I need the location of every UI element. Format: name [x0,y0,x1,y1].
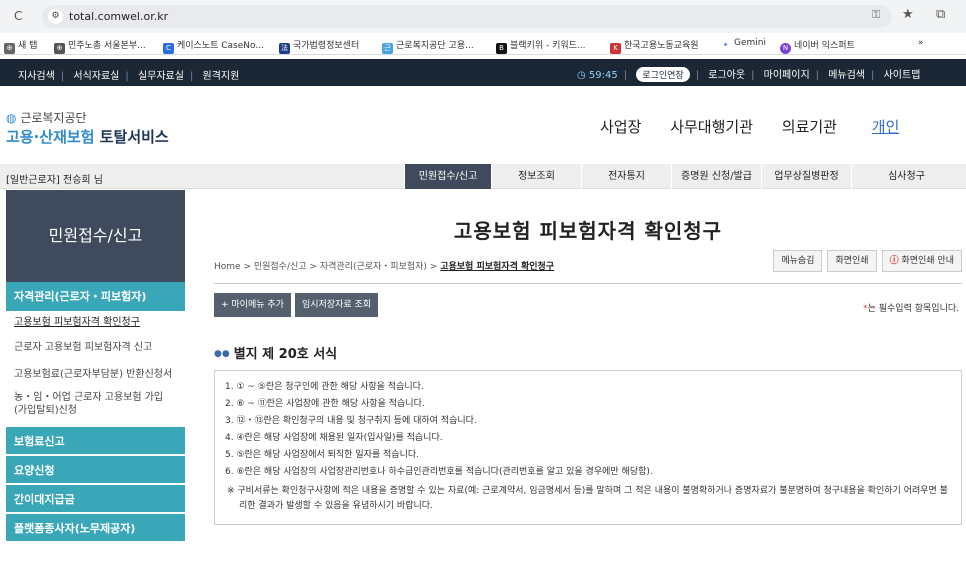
sidebar-section[interactable]: 자격관리(근로자・피보험자) [6,282,185,311]
sidebar-section[interactable]: 보험료신고 [6,425,185,454]
sidebar: 민원접수/신고 자격관리(근로자・피보험자) 고용보험 피보험자격 확인청구 근… [6,190,185,541]
print-button[interactable]: 화면인쇄 [827,250,877,272]
reload-icon[interactable]: C [14,9,22,23]
sidebar-item[interactable]: 고용보험료(근로자부담분) 반환신청서 [6,363,185,386]
action-buttons: + 마이메뉴 추가 임시저장자료 조회 [214,293,382,317]
gnb-item-personal[interactable]: 개인 [872,118,900,136]
util-link[interactable]: 실무자료실 [138,71,184,82]
browser-toolbar: C ⚙ total.comwel.or.kr ⚿ ★ ⧉ [0,0,966,33]
sidebar-section[interactable]: 요양신청 [6,454,185,483]
bookmark-item[interactable]: C 케이스노트 CaseNo... [163,38,264,54]
required-note: *는 필수입력 항목입니다. [863,304,959,314]
user-bar: [일반근로자] 전승희 님 민원접수/신고 정보조회 전자통지 증명원 신청/발… [0,164,966,189]
util-link[interactable]: 서식자료실 [73,71,119,82]
util-link[interactable]: 지사검색 [18,71,55,82]
sidebar-item[interactable]: 근로자 고용보험 피보험자격 신고 [6,334,185,363]
utility-bar: 지사검색 | 서식자료실 | 실무자료실 | 원격지원 ◷ 59:45 | 로그인연장 |… [0,59,966,86]
add-my-menu-button[interactable]: + 마이메뉴 추가 [214,293,291,317]
menu-item[interactable]: 전자통지 [581,164,671,189]
address-bar[interactable] [42,5,892,28]
extensions-icon[interactable]: ⧉ [936,7,945,22]
instruction-box: 1. ① ~ ⑤란은 청구인에 관한 해당 사항을 적습니다. 2. ⑥ ~ ⑪… [214,370,962,525]
bookmark-item[interactable]: K 한국고용노동교육원 [610,38,699,54]
bookmark-item[interactable]: 法 국가법령정보센터 [279,38,359,54]
form-title: ●● 별지 제 20호 서식 [214,347,338,362]
instruction-line: 1. ① ~ ⑤란은 청구인에 관한 해당 사항을 적습니다. [225,382,424,392]
menu-item[interactable]: 업무상질병판정 [761,164,851,189]
util-link[interactable]: 사이트맵 [884,70,921,81]
util-link[interactable]: 원격지원 [203,71,240,82]
warning-icon: ⓘ [889,256,899,266]
instruction-line: 2. ⑥ ~ ⑪란은 사업장에 관한 해당 사항을 적습니다. [225,399,425,409]
util-link[interactable]: 메뉴검색 [828,70,865,81]
bookmark-item[interactable]: ⊕ 민주노총 서울본부... [54,38,146,54]
gnb-item[interactable]: 의료기관 [782,118,837,136]
page-tools: 메뉴숨김 화면인쇄 ⓘ 화면인쇄 안내 [768,250,962,272]
bookmark-item[interactable]: B 블랙키위 - 키워드... [496,38,586,54]
bookmark-item[interactable]: N 네이버 익스퍼트 [780,38,855,54]
bookmark-item[interactable]: ⊕ 새 탭 [4,38,37,54]
global-nav: 사업장 사무대행기관 의료기관 개인 [600,116,923,137]
page: C ⚙ total.comwel.or.kr ⚿ ★ ⧉ ⊕ 새 탭 ⊕ 민주노총 … [0,0,966,564]
breadcrumb: Home > 민원접수/신고 > 자격관리(근로자・피보험자) > 고용보험 피… [214,262,555,272]
sidebar-item[interactable]: 농・임・어업 근로자 고용보험 가입 (가입탈퇴)신청 [6,386,185,425]
site-info-icon[interactable]: ⚙ [48,9,63,24]
divider [214,283,962,284]
bookmark-star-icon[interactable]: ★ [902,7,914,22]
site-header: ◍ 근로복지공단 고용·산재보험 토탈서비스 사업장 사무대행기관 의료기관 개… [0,86,966,164]
print-guide-button[interactable]: ⓘ 화면인쇄 안내 [881,250,962,272]
hide-menu-button[interactable]: 메뉴숨김 [773,250,823,272]
gnb-item[interactable]: 사업장 [600,118,641,136]
password-key-icon[interactable]: ⚿ [872,8,880,22]
crumb-link[interactable]: 자격관리(근로자・피보험자) [320,262,427,272]
instruction-line: 3. ⑫・⑬란은 확인청구의 내용 및 청구취지 등에 대하여 적습니다. [225,416,477,426]
url-text[interactable]: total.comwel.or.kr [69,10,168,23]
sidebar-title: 민원접수/신고 [6,190,185,282]
bookmark-item[interactable]: ✦ Gemini [720,38,766,51]
extend-login-button[interactable]: 로그인연장 [636,67,690,82]
util-link[interactable]: 마이페이지 [764,70,810,81]
gnb-item[interactable]: 사무대행기관 [670,118,753,136]
bookmarks-bar: ⊕ 새 탭 ⊕ 민주노총 서울본부... C 케이스노트 CaseNo... 法 국가법… [0,33,966,55]
crumb-link[interactable]: 민원접수/신고 [254,262,307,272]
bookmark-item[interactable]: 근 근로복지공단 고용... [382,38,474,54]
instruction-line: 4. ④란은 해당 사업장에 채용된 일자(입사일)를 적습니다. [225,433,443,443]
user-info: [일반근로자] 전승희 님 [6,175,103,186]
menu-item[interactable]: 민원접수/신고 [404,164,491,189]
sidebar-section[interactable]: 간이대지급금 [6,483,185,512]
more-bookmarks-icon[interactable]: » [918,38,924,48]
sidebar-item[interactable]: 고용보험 피보험자격 확인청구 [6,311,185,334]
session-timer: ◷ 59:45 [577,70,618,81]
crumb-current[interactable]: 고용보험 피보험자격 확인청구 [440,262,554,272]
menu-item[interactable]: 정보조회 [491,164,581,189]
menu-item[interactable]: 증명원 신청/발급 [671,164,761,189]
menu-item[interactable]: 심사청구 [851,164,961,189]
util-link[interactable]: 로그아웃 [708,70,745,81]
page-title: 고용보험 피보험자격 확인청구 [453,219,723,243]
sidebar-section[interactable]: 플랫폼종사자(노무제공자) [6,512,185,541]
logo[interactable]: ◍ 근로복지공단 [6,109,87,126]
logo-title[interactable]: 고용·산재보험 토탈서비스 [6,126,169,147]
instruction-line: 6. ⑥란은 해당 사업장의 사업장관리번호나 하수급인관리번호를 적습니다(관… [225,467,653,477]
instruction-note: ※ 구비서류는 확인청구사항에 적은 내용을 증명할 수 있는 자료(예: 근로… [227,486,948,511]
main-menu: 민원접수/신고 정보조회 전자통지 증명원 신청/발급 업무상질병판정 심사청구 [404,164,961,189]
crumb-link[interactable]: Home [214,262,241,272]
instruction-line: 5. ⑤란은 해당 사업장에서 퇴직한 일자를 적습니다. [225,450,420,460]
temp-save-lookup-button[interactable]: 임시저장자료 조회 [294,293,379,317]
